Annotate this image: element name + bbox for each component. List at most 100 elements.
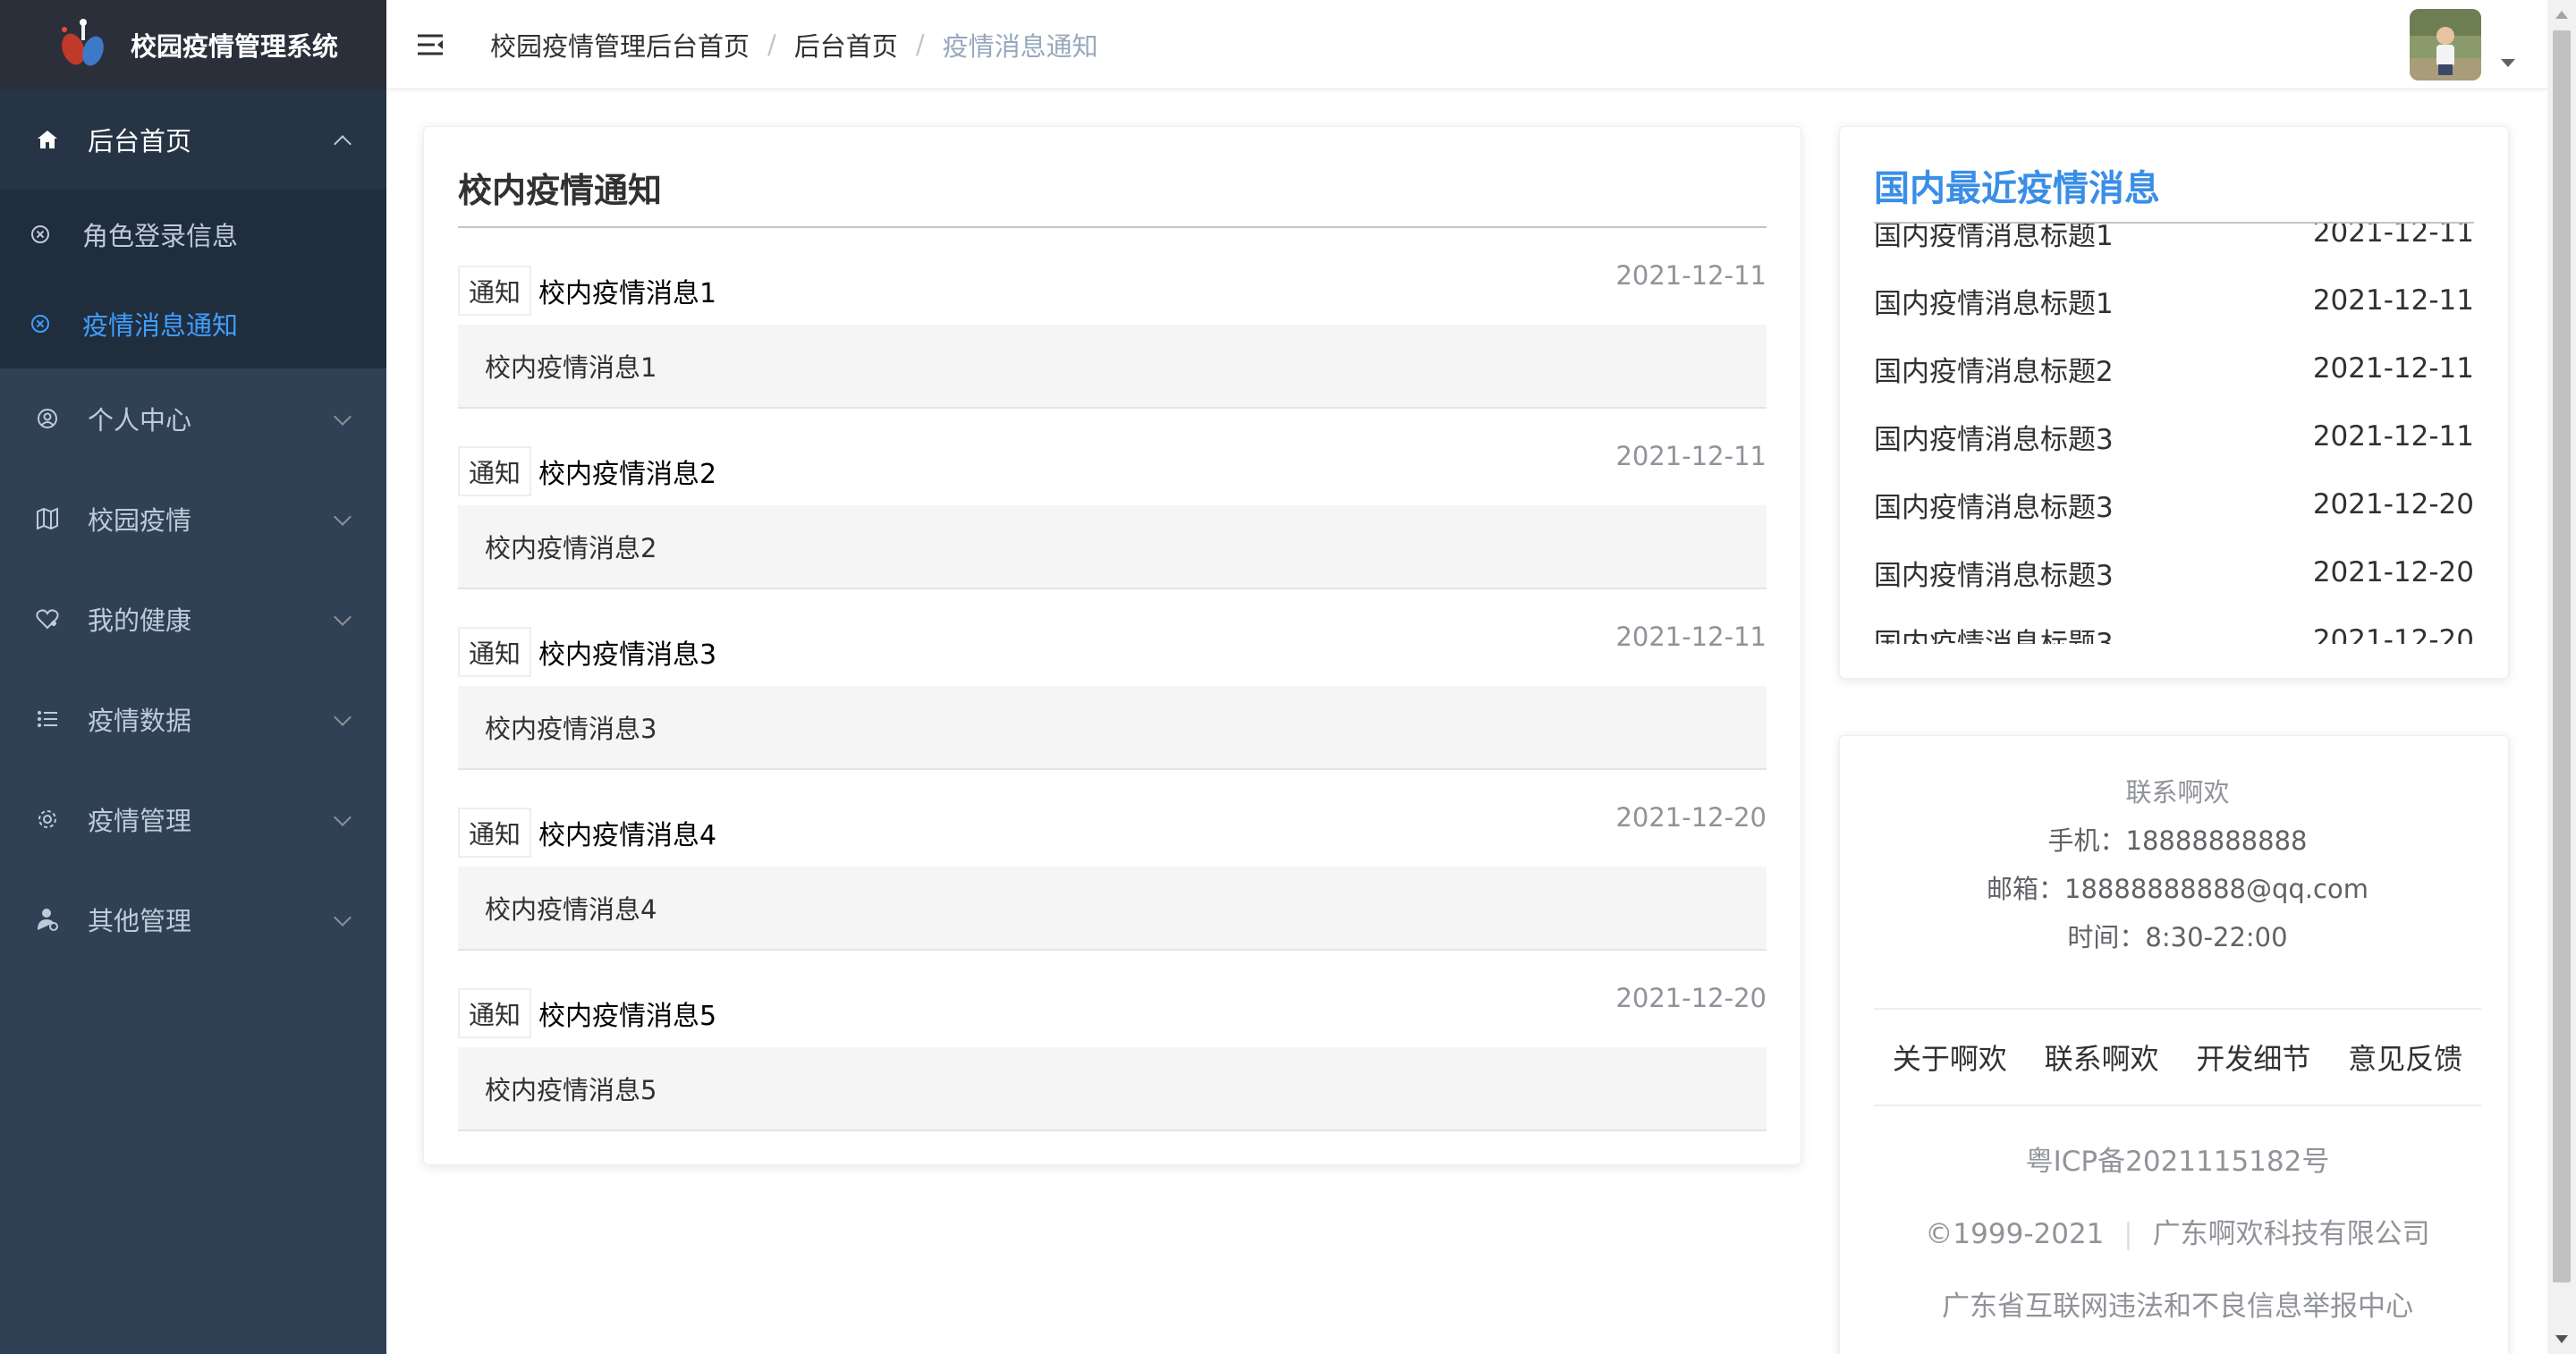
notice-title[interactable]: 校内疫情消息5 [538,994,716,1033]
divider [1874,1104,2481,1106]
pipe-separator: | [2123,1218,2133,1250]
caret-down-icon [2501,58,2515,67]
contact-email: 邮箱：18888888888@qq.com [1987,874,2368,904]
footer-card: 联系啊欢 手机：18888888888 邮箱：18888888888@qq.co… [1839,735,2509,1354]
list-item[interactable]: 国内疫情消息标题2 2021-12-11 [1874,334,2474,402]
notice-title[interactable]: 校内疫情消息3 [538,632,716,672]
chevron-down-icon [334,508,352,526]
gear-icon [34,806,61,833]
sidebar-item-other[interactable]: 其他管理 [0,869,386,969]
home-icon [34,126,61,153]
notice-tag: 通知 [458,627,532,677]
sidebar-item-label: 校园疫情 [88,505,192,536]
hamburger-icon[interactable] [415,30,445,60]
list-item[interactable]: 通知 校内疫情消息1 2021-12-11 校内疫情消息1 [458,260,1767,409]
sidebar-item-label: 个人中心 [88,405,192,436]
list-item[interactable]: 通知 校内疫情消息2 2021-12-11 校内疫情消息2 [458,441,1767,589]
list-item[interactable]: 国内疫情消息标题3 2021-12-20 [1874,606,2474,644]
menu-rest: 个人中心 校园疫情 我的健康 疫情数据 疫情管理 其他管理 [0,368,386,969]
notice-title[interactable]: 校内疫情消息4 [538,813,716,852]
footer-links: 关于啊欢 联系啊欢 开发细节 意见反馈 [1874,1010,2481,1104]
notice-tag: 通知 [458,266,532,316]
sidebar-item-manage[interactable]: 疫情管理 [0,769,386,869]
notice-tag: 通知 [458,446,532,496]
news-title: 国内疫情消息标题2 [1874,355,2114,388]
user-avatar-dropdown[interactable] [2410,9,2515,80]
notice-tag: 通知 [458,988,532,1038]
breadcrumb: 校园疫情管理后台首页 / 后台首页 / 疫情消息通知 [490,26,1098,63]
sidebar-item-notice[interactable]: 疫情消息通知 [0,279,386,368]
news-title: 国内疫情消息标题3 [1874,559,2114,592]
list-item[interactable]: 国内疫情消息标题3 2021-12-20 [1874,538,2474,606]
list-item[interactable]: 国内疫情消息标题3 2021-12-20 [1874,470,2474,538]
circle-icon [30,224,52,245]
person-icon [34,906,61,933]
sidebar-item-health[interactable]: 我的健康 [0,569,386,669]
avatar[interactable] [2410,9,2481,80]
notice-date: 2021-12-11 [1615,622,1767,652]
news-title: 国内疫情消息标题1 [1874,224,2114,252]
company-name: 广东啊欢科技有限公司 [2152,1218,2430,1250]
icp-number[interactable]: 粤ICP备2021115182号 [1874,1138,2481,1179]
app-title: 校园疫情管理系统 [131,31,339,62]
news-title: 国内疫情消息标题3 [1874,491,2114,524]
sidebar-item-campus[interactable]: 校园疫情 [0,469,386,569]
footer-link-about[interactable]: 关于啊欢 [1893,1037,2007,1078]
submenu-home: 角色登录信息 疫情消息通知 [0,190,386,368]
footer-link-feedback[interactable]: 意见反馈 [2348,1037,2462,1078]
footer-link-dev[interactable]: 开发细节 [2196,1037,2310,1078]
notice-body: 校内疫情消息1 [458,325,1767,409]
news-scroll-list[interactable]: 国内疫情消息标题1 2021-12-11 国内疫情消息标题1 2021-12-1… [1874,224,2474,644]
list-item[interactable]: 国内疫情消息标题3 2021-12-11 [1874,402,2474,470]
sidebar-item-label: 其他管理 [88,906,192,936]
news-date: 2021-12-11 [2312,284,2474,317]
notice-title[interactable]: 校内疫情消息1 [538,271,716,310]
sidebar-item-role-login[interactable]: 角色登录信息 [0,190,386,279]
list-item[interactable]: 国内疫情消息标题1 2021-12-11 [1874,267,2474,334]
chevron-down-icon [334,408,352,426]
notice-tag: 通知 [458,808,532,858]
footer-legal: 粤ICP备2021115182号 ©1999-2021 | 广东啊欢科技有限公司… [1874,1138,2481,1324]
sidebar-item-data[interactable]: 疫情数据 [0,669,386,769]
copyright-line: ©1999-2021 | 广东啊欢科技有限公司 [1874,1211,2481,1251]
contact-info: 联系啊欢 手机：18888888888 邮箱：18888888888@qq.co… [1874,768,2481,961]
footer-link-contact[interactable]: 联系啊欢 [2045,1037,2159,1078]
map-icon [34,505,61,532]
notice-card-title: 校内疫情通知 [458,163,1767,228]
contact-phone: 手机：18888888888 [2047,825,2308,856]
sidebar-item-label: 疫情管理 [88,806,192,836]
sidebar-item-home[interactable]: 后台首页 [0,89,386,190]
scroll-up-arrow-icon[interactable] [2555,11,2568,19]
list-item[interactable]: 通知 校内疫情消息5 2021-12-20 校内疫情消息5 [458,983,1767,1131]
breadcrumb-item[interactable]: 后台首页 [794,26,898,63]
list-item[interactable]: 通知 校内疫情消息3 2021-12-11 校内疫情消息3 [458,622,1767,770]
breadcrumb-item[interactable]: 校园疫情管理后台首页 [490,26,750,63]
logo-bar: 校园疫情管理系统 [0,0,386,89]
notice-body: 校内疫情消息3 [458,686,1767,770]
page-scrollbar[interactable] [2547,0,2576,1354]
scrollbar-thumb[interactable] [2553,30,2571,1282]
sidebar: 校园疫情管理系统 后台首页 角色登录信息 疫情消息通知 个人中心 校园疫情 我的… [0,0,386,1354]
news-title: 国内疫情消息标题1 [1874,287,2114,320]
list-item[interactable]: 通知 校内疫情消息4 2021-12-20 校内疫情消息4 [458,802,1767,951]
list-item[interactable]: 国内疫情消息标题1 2021-12-11 [1874,224,2474,267]
news-date: 2021-12-20 [2312,556,2474,588]
scroll-down-arrow-icon[interactable] [2555,1335,2568,1343]
news-date: 2021-12-11 [2312,420,2474,453]
breadcrumb-separator: / [767,29,776,60]
top-navbar: 校园疫情管理后台首页 / 后台首页 / 疫情消息通知 [386,0,2547,89]
breadcrumb-current: 疫情消息通知 [942,30,1098,62]
sidebar-item-personal[interactable]: 个人中心 [0,368,386,469]
user-icon [34,405,61,432]
sidebar-item-label: 疫情消息通知 [82,310,239,341]
news-title: 国内疫情消息标题3 [1874,423,2114,456]
notice-date: 2021-12-20 [1615,802,1767,833]
report-center-link[interactable]: 广东省互联网违法和不良信息举报中心 [1874,1283,2481,1324]
sidebar-item-label: 角色登录信息 [82,221,239,251]
copyright: ©1999-2021 [1925,1218,2105,1250]
news-date: 2021-12-11 [2312,224,2474,249]
chevron-down-icon [334,909,352,927]
contact-heading: 联系啊欢 [2125,777,2230,808]
notice-date: 2021-12-20 [1615,983,1767,1013]
notice-title[interactable]: 校内疫情消息2 [538,452,716,491]
